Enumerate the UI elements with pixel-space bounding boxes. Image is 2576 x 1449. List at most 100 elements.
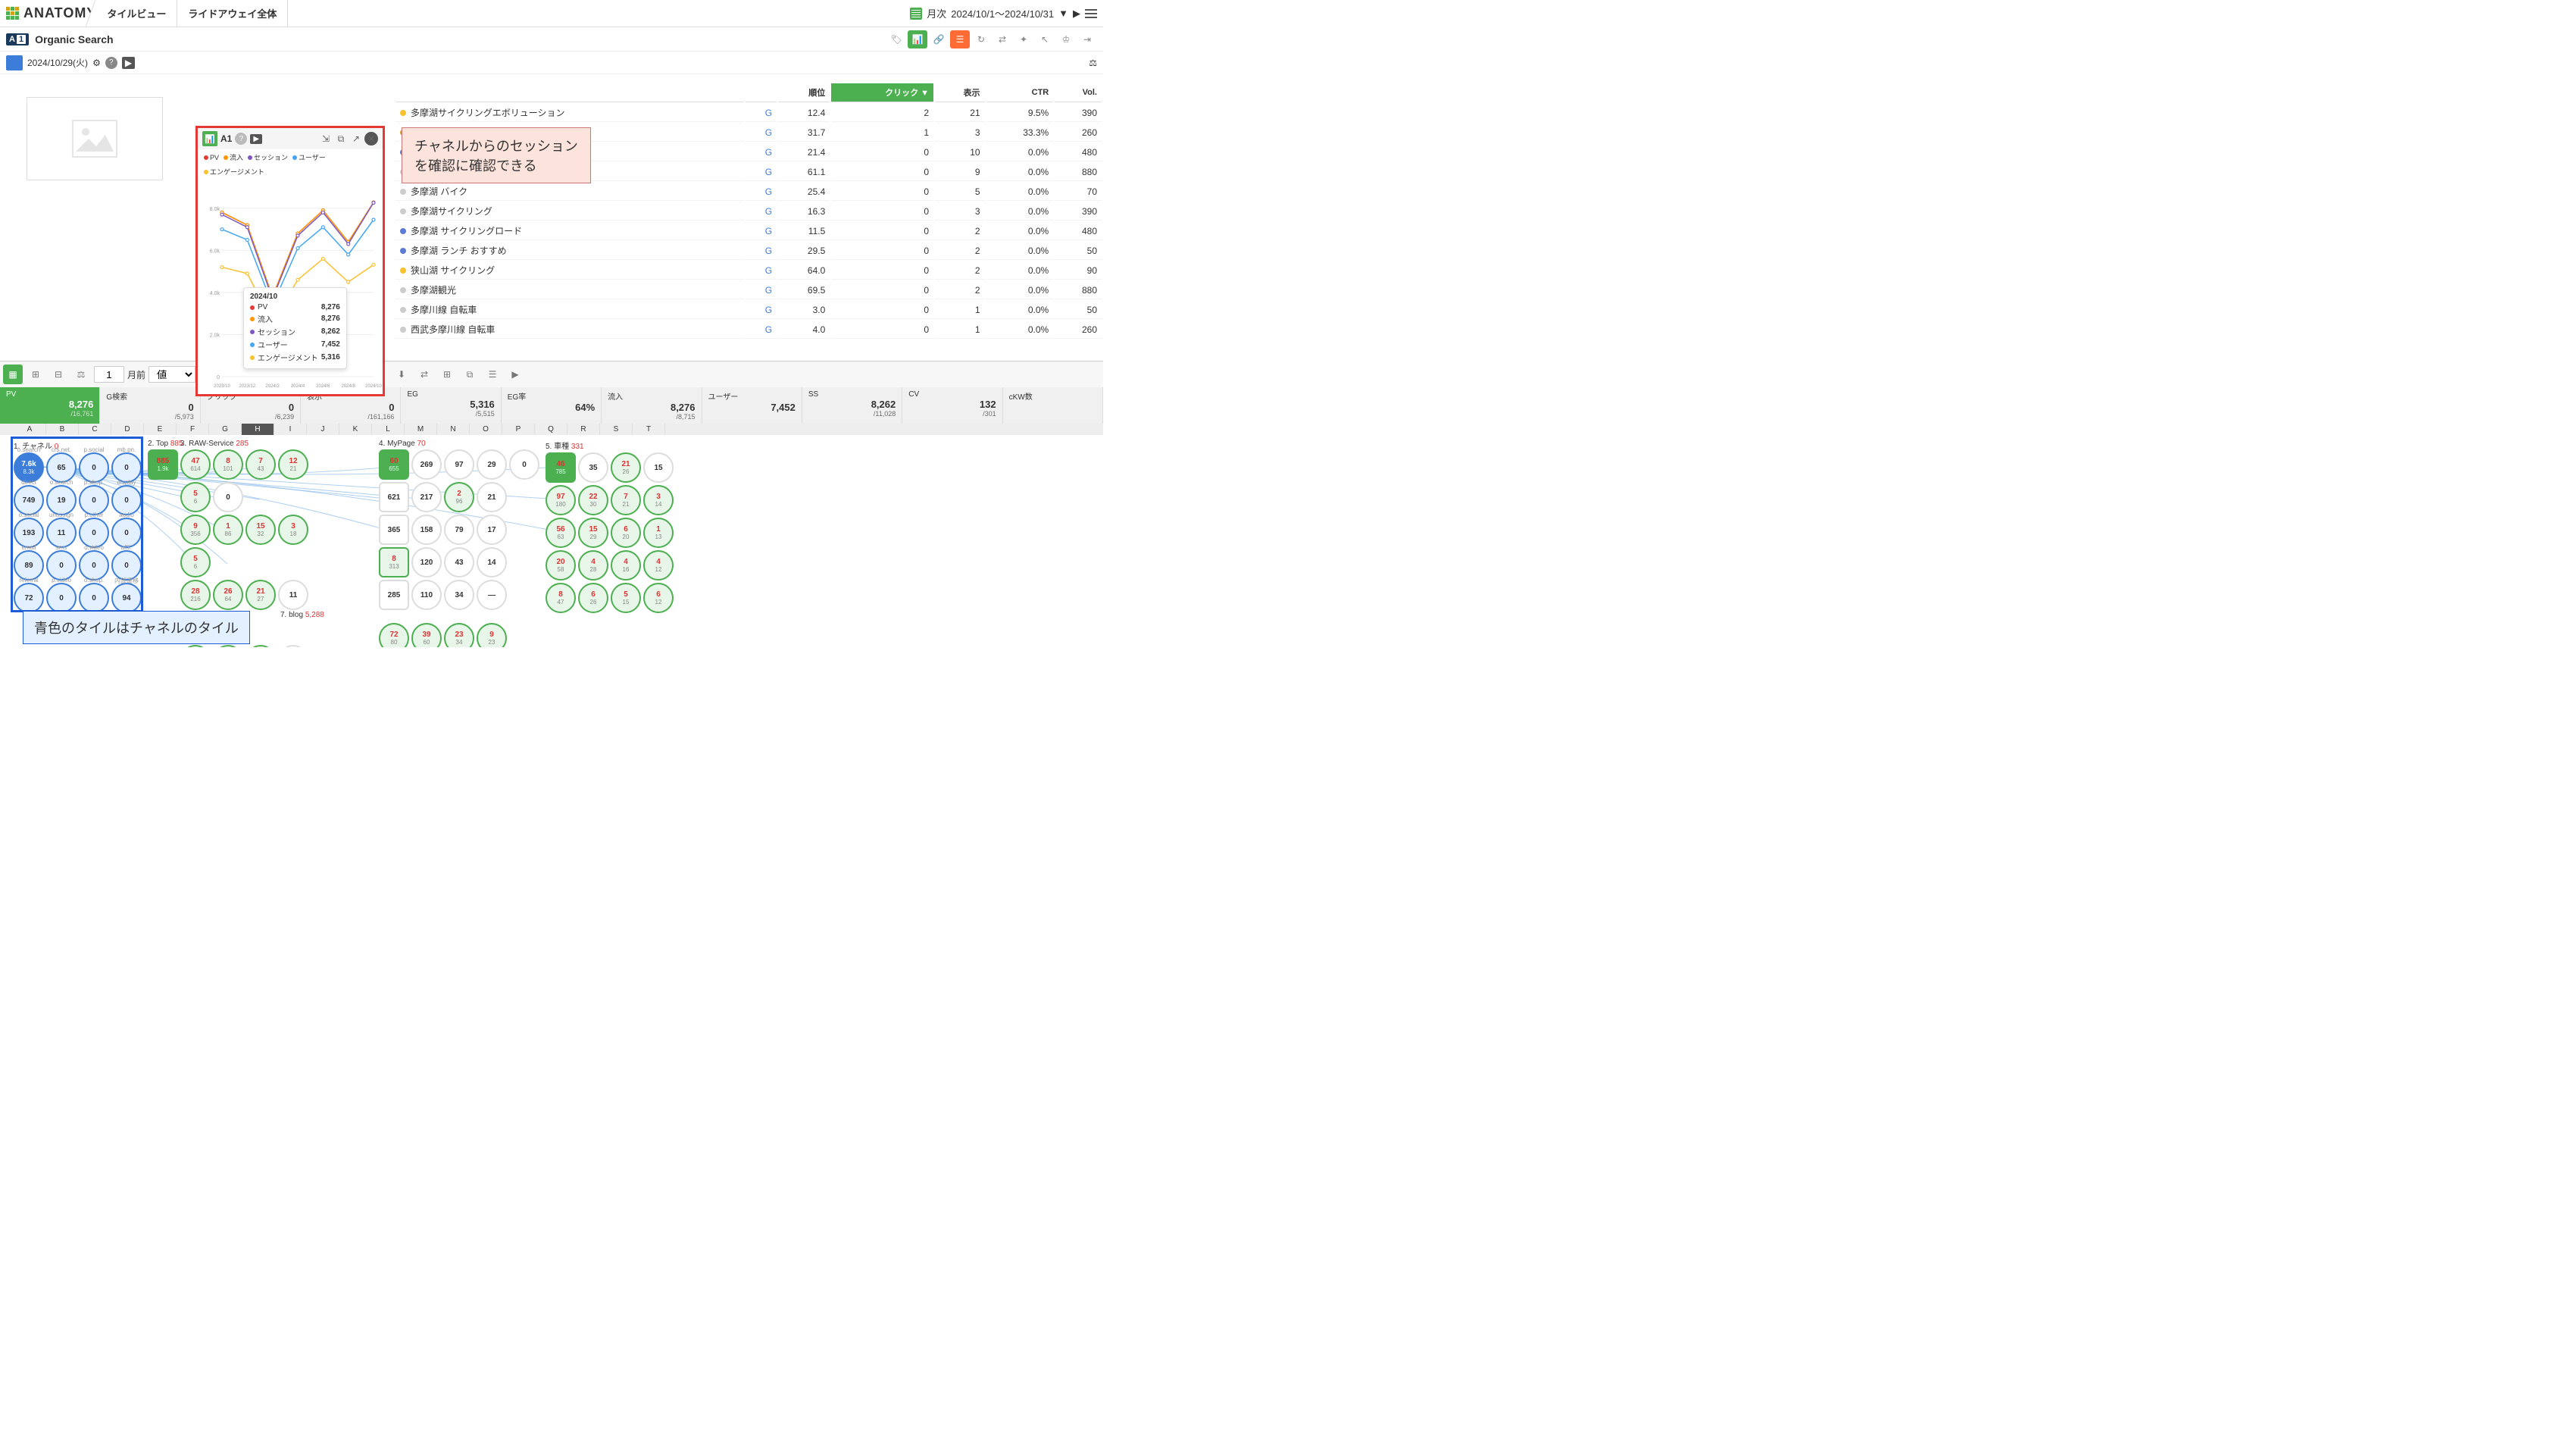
tile[interactable]: 9356 (180, 515, 211, 545)
value-select[interactable]: 値 (148, 366, 195, 383)
tile[interactable]: 428 (578, 550, 608, 581)
date-help-icon[interactable]: ? (105, 57, 117, 69)
tile[interactable]: 110 (411, 580, 442, 610)
date-value[interactable]: 2024/10/29(火) (27, 56, 88, 69)
metric-EG[interactable]: EG5,316/5,515 (401, 387, 501, 424)
tile[interactable]: 14 (477, 547, 507, 577)
table-row[interactable]: 多摩湖 ランチ おすすめ G29.5020.0%50 (395, 242, 1102, 260)
tile[interactable]: 7280 (379, 623, 409, 647)
tile[interactable]: 847 (546, 583, 576, 613)
tile[interactable]: 1532 (245, 515, 276, 545)
balance-icon-2[interactable]: ⚖ (71, 365, 91, 384)
tile[interactable]: 8851.9k (148, 449, 178, 480)
tile[interactable]: 8313 (379, 547, 409, 577)
tile[interactable]: 285 (379, 580, 409, 610)
tile[interactable]: 21 (477, 482, 507, 512)
table-icon[interactable]: ⊞ (437, 365, 457, 384)
expand-icon[interactable]: ⇲ (319, 132, 333, 146)
tile[interactable]: 421 (245, 645, 276, 647)
tile[interactable]: 69194 (180, 645, 211, 647)
tag-icon[interactable]: 🏷 (886, 30, 906, 49)
col-rank[interactable]: 順位 (778, 83, 830, 102)
col-ctr[interactable]: CTR (986, 83, 1054, 102)
tile[interactable]: p.video 0 (46, 583, 77, 613)
tile[interactable]: direct 749 (14, 485, 44, 515)
tool-icon-2[interactable]: ⊟ (48, 365, 68, 384)
metric-流入[interactable]: 流入8,276/8,715 (602, 387, 702, 424)
tile[interactable]: 318 (278, 515, 308, 545)
tile[interactable]: p.shop. 0 (79, 485, 109, 515)
tile[interactable]: mb.pn. 0 (111, 452, 142, 483)
tile[interactable]: display 0 (111, 485, 142, 515)
tile[interactable]: o.shop. 0 (79, 583, 109, 613)
tile[interactable]: 416 (611, 550, 641, 581)
tile[interactable]: 46785 (546, 452, 576, 483)
col-click[interactable]: クリック ▼ (831, 83, 933, 102)
tile[interactable]: 621 (379, 482, 409, 512)
dropdown-icon[interactable]: ▼ (1058, 8, 1068, 19)
tile[interactable]: 515 (611, 583, 641, 613)
tile[interactable]: 47614 (180, 449, 211, 480)
col-P[interactable]: P (502, 424, 535, 435)
tile[interactable]: 412 (643, 550, 674, 581)
col-E[interactable]: E (144, 424, 177, 435)
date-mode-icon[interactable] (6, 55, 23, 70)
months-input[interactable] (94, 366, 124, 383)
tile[interactable]: referral 72 (14, 583, 44, 613)
tab-site[interactable]: ライドアウェイ全体 (177, 0, 288, 27)
tile[interactable]: 3960 (411, 623, 442, 647)
copy-icon[interactable]: ⧉ (334, 132, 348, 146)
col-vol[interactable]: Vol. (1055, 83, 1102, 102)
tile[interactable]: o.social 193 (14, 518, 44, 548)
tile[interactable]: 11 (278, 580, 308, 610)
tile[interactable]: 2230 (578, 485, 608, 515)
tile[interactable]: 296 (444, 482, 474, 512)
metric-CV[interactable]: CV132/301 (902, 387, 1002, 424)
tile[interactable]: unassign 11 (46, 518, 77, 548)
link-icon[interactable]: 🔗 (929, 30, 949, 49)
tile[interactable]: 158 (411, 515, 442, 545)
tile[interactable]: 0 (509, 449, 539, 480)
pointer-icon[interactable]: ↖ (1035, 30, 1055, 49)
compare-icon[interactable]: ⇄ (993, 30, 1012, 49)
list-icon-2[interactable]: ☰ (483, 365, 502, 384)
col-I[interactable]: I (274, 424, 307, 435)
tile[interactable]: 15 (643, 452, 674, 483)
tile[interactable]: 11 (278, 645, 308, 647)
tab-tileview[interactable]: タイルビュー (96, 0, 177, 27)
table-row[interactable]: 多摩湖 バイク G25.4050.0%70 (395, 183, 1102, 201)
col-A[interactable]: A (14, 424, 46, 435)
col-G[interactable]: G (209, 424, 242, 435)
tile[interactable]: 35 (578, 452, 608, 483)
col-B[interactable]: B (46, 424, 79, 435)
chart-video-icon[interactable]: ▶ (250, 134, 262, 144)
tile[interactable]: 2334 (444, 623, 474, 647)
period-range[interactable]: 2024/10/1～2024/10/31 (951, 6, 1054, 20)
tile[interactable]: p.social 0 (79, 452, 109, 483)
metric-PV[interactable]: PV8,276/16,761 (0, 387, 100, 424)
tile[interactable]: 2126 (611, 452, 641, 483)
tile[interactable]: email 89 (14, 550, 44, 581)
tile[interactable]: sms 0 (46, 550, 77, 581)
chart-help-icon[interactable]: ? (235, 133, 247, 145)
table-row[interactable]: 多摩湖 サイクリングロード G11.5020.0%480 (395, 222, 1102, 240)
tile[interactable]: o.search 7.6k8.3k (14, 452, 44, 483)
tile[interactable]: crs.net. 65 (46, 452, 77, 483)
table-row[interactable]: 狭山湖 サイクリング G64.0020.0%90 (395, 261, 1102, 280)
metric-ユーザー[interactable]: ユーザー7,452 (702, 387, 802, 424)
sparkle-icon[interactable]: ✦ (1014, 30, 1033, 49)
col-O[interactable]: O (470, 424, 502, 435)
close-icon[interactable]: ✕ (364, 132, 378, 146)
tile[interactable]: 2127 (245, 580, 276, 610)
date-video-icon[interactable]: ▶ (122, 57, 135, 69)
metric-cKW数[interactable]: cKW数 (1003, 387, 1103, 424)
tile[interactable]: 56 (180, 547, 211, 577)
chart-type-icon[interactable]: 📊 (202, 131, 217, 146)
balance-icon[interactable]: ⚖ (1089, 58, 1097, 68)
tile[interactable]: 314 (643, 485, 674, 515)
menu-icon[interactable] (1085, 9, 1097, 18)
tile[interactable]: o.search 19 (46, 485, 77, 515)
tile[interactable]: 620 (611, 518, 641, 548)
tile[interactable]: 43 (444, 547, 474, 577)
date-settings-icon[interactable]: ⚙ (92, 58, 101, 68)
